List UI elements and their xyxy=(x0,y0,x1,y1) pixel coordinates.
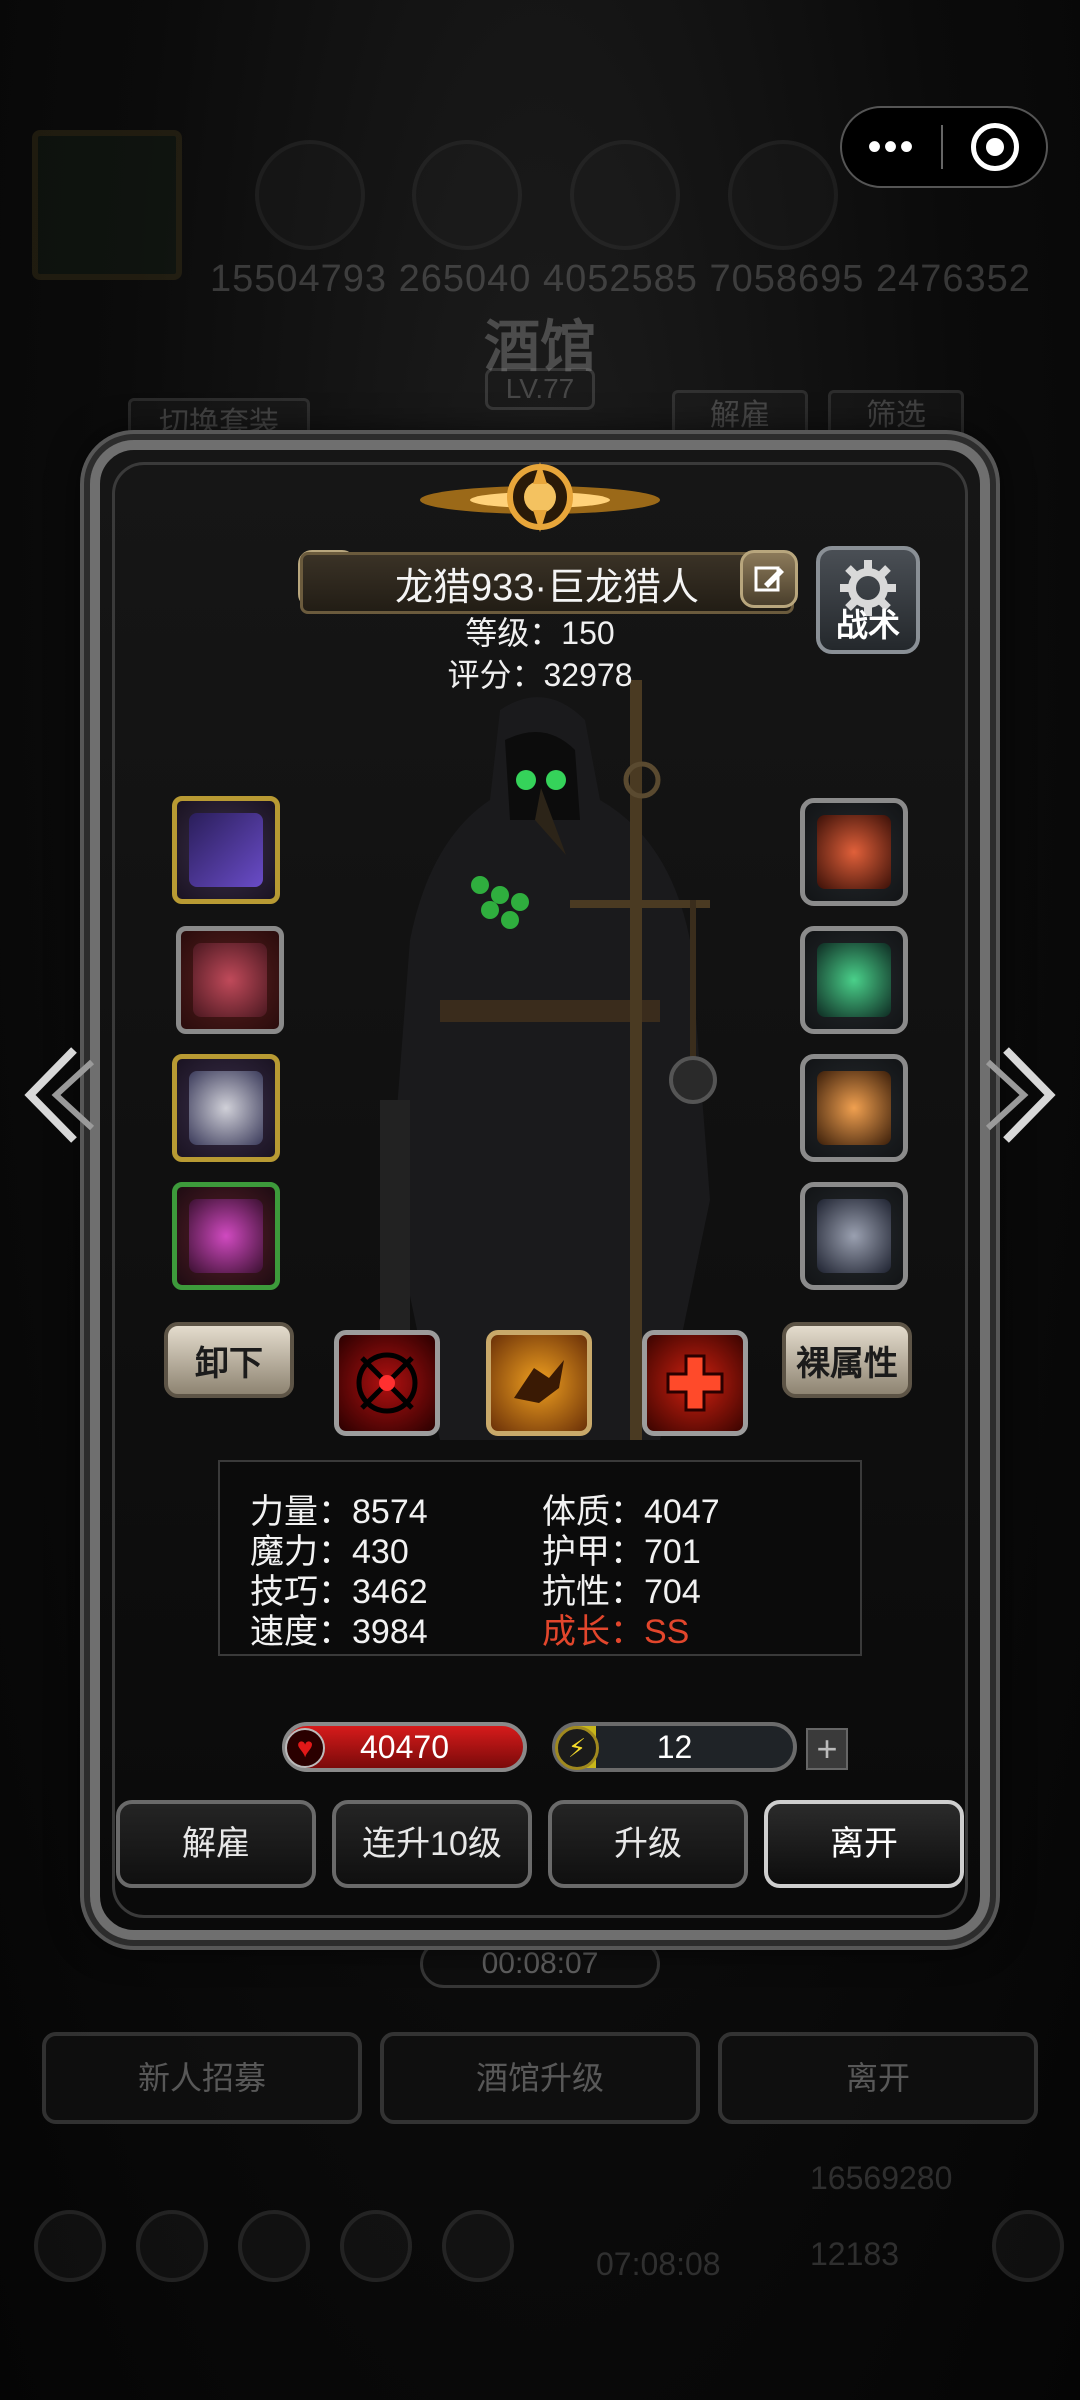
equip-slot-crystal[interactable] xyxy=(800,926,908,1034)
edit-icon xyxy=(754,566,784,592)
background-portrait xyxy=(32,130,182,280)
beast-skill-icon xyxy=(514,1360,564,1403)
pistol-icon xyxy=(189,813,263,887)
background-filter-button: 筛选 xyxy=(828,390,964,442)
stat-speed: 速度：3984 xyxy=(250,1613,428,1651)
unequip-button[interactable]: 卸下 xyxy=(164,1322,294,1398)
close-program-icon[interactable] xyxy=(943,123,1046,171)
background-icon xyxy=(728,140,838,250)
bracer-icon xyxy=(817,1199,891,1273)
previous-hero-icon[interactable] xyxy=(14,1040,94,1150)
hero-level: 等级：150 xyxy=(465,615,615,651)
background-icon xyxy=(412,140,522,250)
gold-amount: 16569280 xyxy=(810,2160,953,2196)
equip-slot-armor[interactable] xyxy=(176,926,284,1034)
level-up-button[interactable]: 升级 xyxy=(548,1800,748,1888)
nav-icon xyxy=(340,2210,412,2282)
rename-button[interactable] xyxy=(740,550,798,608)
tavern-level: LV.77 xyxy=(485,368,595,410)
next-hero-icon[interactable] xyxy=(986,1040,1066,1150)
ring-icon xyxy=(189,1071,263,1145)
crystal-icon xyxy=(817,943,891,1017)
background-leave-button: 离开 xyxy=(718,2032,1038,2124)
hero-name: 龙猎933·巨龙猎人 xyxy=(300,552,794,614)
leave-button[interactable]: 离开 xyxy=(764,1800,964,1888)
bottom-timer: 07:08:08 xyxy=(596,2246,721,2282)
dialog-emblem-icon xyxy=(420,462,660,532)
equip-slot-helmet[interactable] xyxy=(172,1182,280,1290)
nav-icon xyxy=(136,2210,208,2282)
base-attributes-button[interactable]: 裸属性 xyxy=(782,1322,912,1398)
recruit-button: 新人招募 xyxy=(42,2032,362,2124)
equip-slot-lantern[interactable] xyxy=(800,1054,908,1162)
heart-icon: ♥ xyxy=(285,1728,325,1768)
nav-icon xyxy=(992,2210,1064,2282)
equip-slot-weapon[interactable] xyxy=(172,796,280,904)
lantern-icon xyxy=(817,1071,891,1145)
hero-score: 评分：32978 xyxy=(447,657,633,693)
stats-panel: 力量：8574 魔力：430 技巧：3462 速度：3984 体质：4047 护… xyxy=(218,1460,862,1656)
skill-slot-1[interactable] xyxy=(334,1330,440,1436)
lightning-icon: ⚡ xyxy=(555,1726,599,1770)
nav-icon xyxy=(442,2210,514,2282)
heal-skill-icon xyxy=(666,1354,724,1412)
equip-slot-bracer[interactable] xyxy=(800,1182,908,1290)
gem-amount: 12183 xyxy=(810,2236,899,2272)
nav-icon xyxy=(238,2210,310,2282)
add-energy-button[interactable]: + xyxy=(806,1728,848,1770)
skill-slot-2[interactable] xyxy=(486,1330,592,1436)
level-up-10-button[interactable]: 连升10级 xyxy=(332,1800,532,1888)
nav-icon xyxy=(34,2210,106,2282)
armor-icon xyxy=(193,943,267,1017)
background-resource-numbers: 15504793 265040 4052585 7058695 2476352 xyxy=(210,258,1031,300)
background-icon xyxy=(255,140,365,250)
stat-growth: 成长：SS xyxy=(542,1613,690,1651)
background-timer: 00:08:07 xyxy=(420,1940,660,1988)
background-dismiss-button: 解雇 xyxy=(672,390,808,442)
equip-slot-amulet[interactable] xyxy=(800,798,908,906)
dismiss-button[interactable]: 解雇 xyxy=(116,1800,316,1888)
mini-program-capsule: ••• xyxy=(840,106,1048,188)
tavern-upgrade-button: 酒馆升级 xyxy=(380,2032,700,2124)
amulet-icon xyxy=(817,815,891,889)
background-icon xyxy=(570,140,680,250)
helmet-icon xyxy=(189,1199,263,1273)
more-menu-icon[interactable]: ••• xyxy=(842,106,941,188)
equip-slot-ring[interactable] xyxy=(172,1054,280,1162)
skill-slot-3[interactable] xyxy=(642,1330,748,1436)
target-skill-icon xyxy=(356,1352,418,1414)
